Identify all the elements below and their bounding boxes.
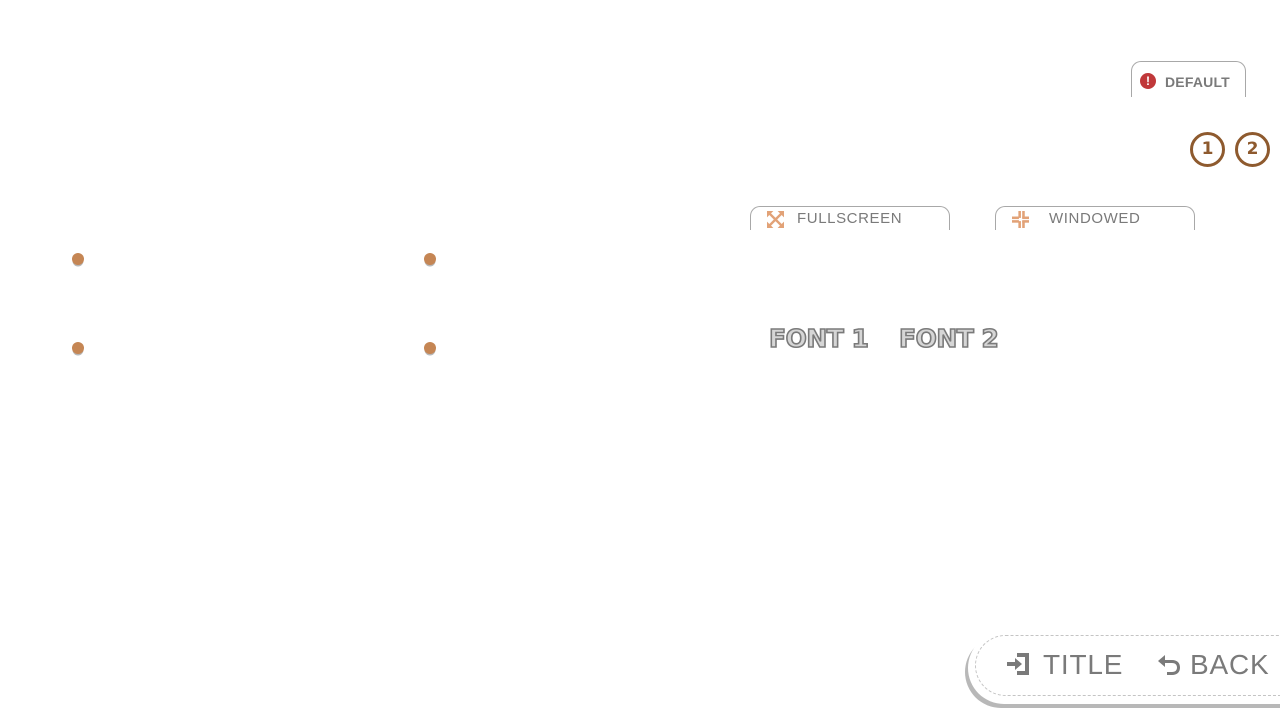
bottom-nav-panel: TITLE BACK bbox=[968, 632, 1280, 704]
back-button[interactable]: BACK bbox=[1155, 648, 1275, 682]
fullscreen-button[interactable]: FULLSCREEN bbox=[750, 206, 950, 230]
font-2-button[interactable]: FONT 2 bbox=[898, 323, 1000, 354]
fullscreen-label: FULLSCREEN bbox=[797, 210, 903, 227]
preferences-screen: ! DEFAULT 1 2 FULLSCREEN WINDOWED FONT 1… bbox=[0, 0, 1280, 720]
undo-arrow-icon bbox=[1158, 655, 1180, 675]
windowed-label: WINDOWED bbox=[1049, 210, 1141, 227]
compress-arrows-icon bbox=[1012, 211, 1029, 228]
page-1-button[interactable]: 1 bbox=[1190, 132, 1225, 167]
title-button[interactable]: TITLE bbox=[1005, 648, 1124, 682]
option-dot[interactable] bbox=[424, 342, 436, 354]
exclamation-icon: ! bbox=[1140, 73, 1156, 89]
option-dot[interactable] bbox=[72, 342, 84, 354]
back-button-label: BACK bbox=[1190, 649, 1270, 680]
page-2-button[interactable]: 2 bbox=[1235, 132, 1270, 167]
expand-arrows-icon bbox=[767, 211, 784, 228]
default-button[interactable]: ! DEFAULT bbox=[1131, 61, 1246, 97]
exit-door-icon bbox=[1007, 653, 1029, 675]
option-dot[interactable] bbox=[424, 253, 436, 265]
title-button-label: TITLE bbox=[1043, 649, 1124, 680]
option-dot[interactable] bbox=[72, 253, 84, 265]
font-1-button[interactable]: FONT 1 bbox=[768, 323, 870, 354]
windowed-button[interactable]: WINDOWED bbox=[995, 206, 1195, 230]
default-button-label: DEFAULT bbox=[1165, 74, 1230, 90]
